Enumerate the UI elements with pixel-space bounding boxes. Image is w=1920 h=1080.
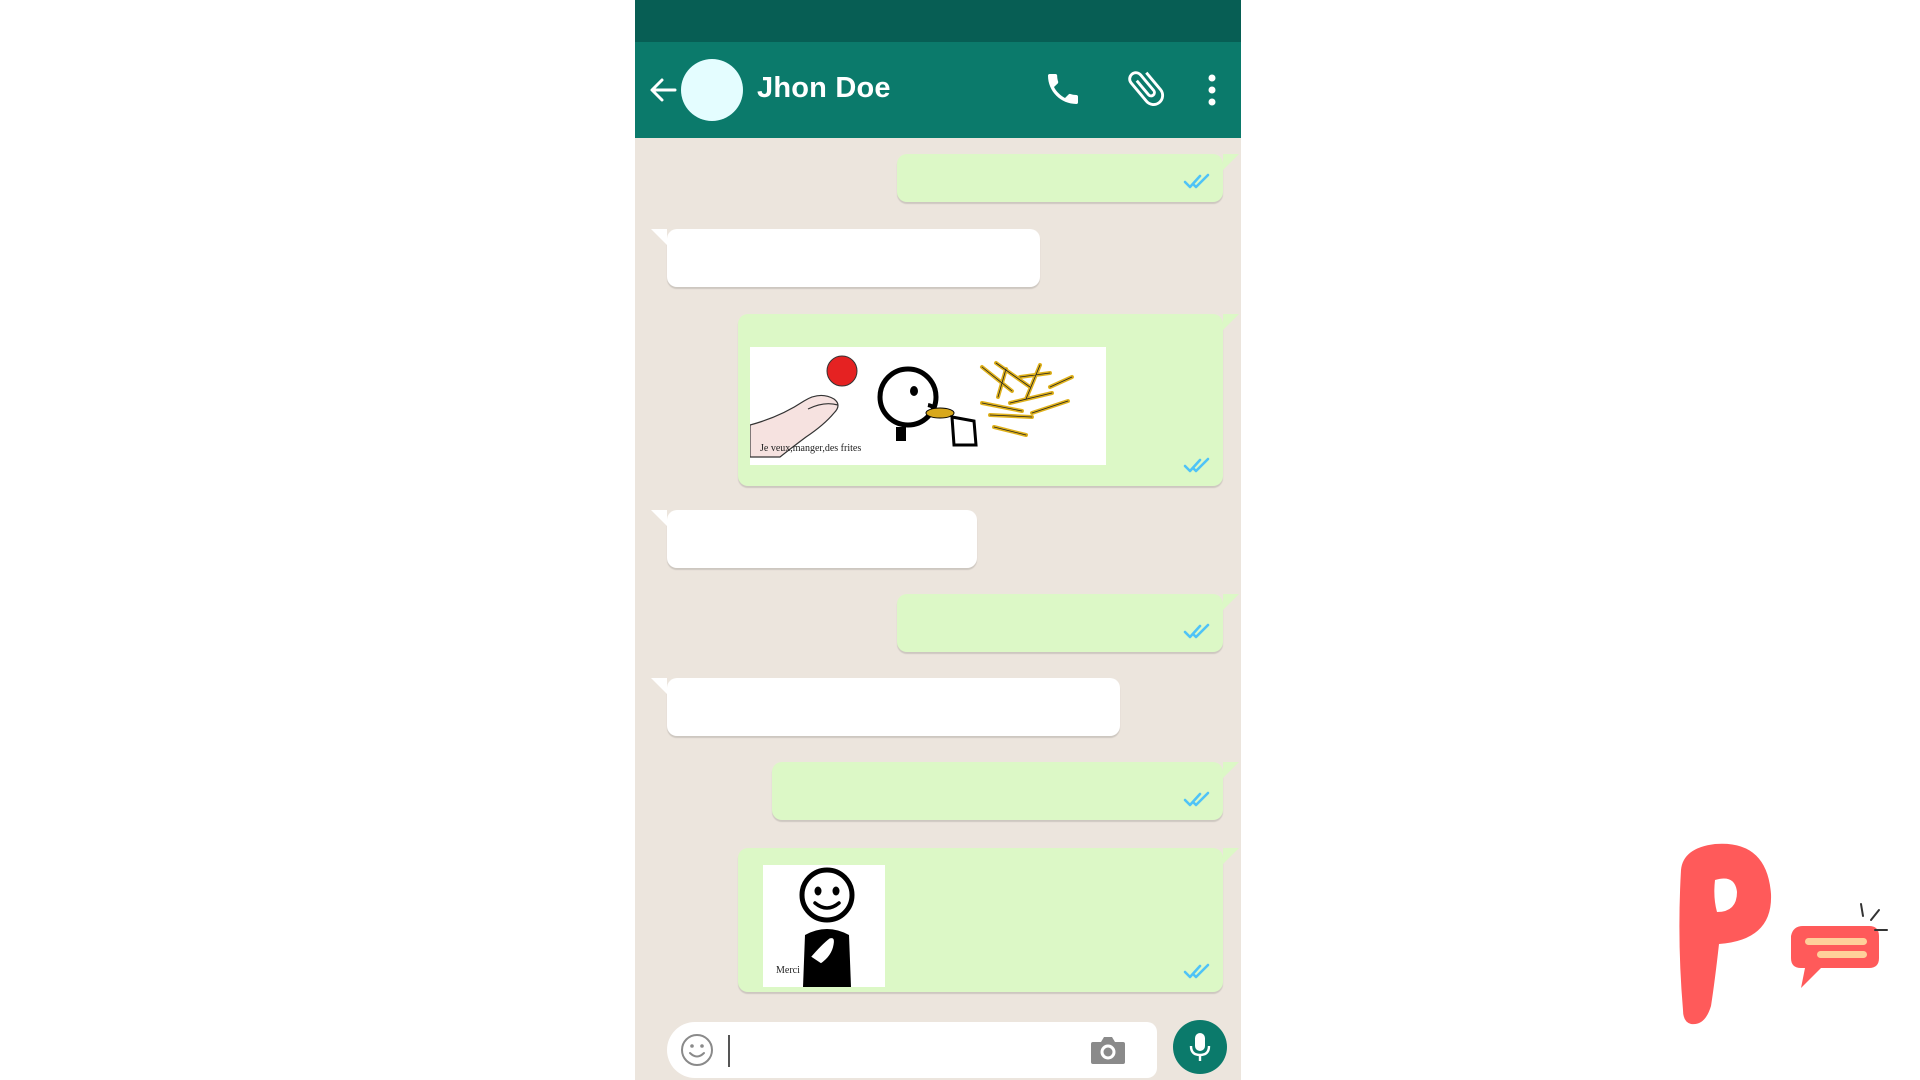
paperclip-icon[interactable]	[1123, 65, 1169, 111]
phone-icon[interactable]	[1043, 69, 1083, 109]
text-cursor	[728, 1035, 730, 1067]
message-incoming[interactable]	[651, 229, 1040, 287]
message-outgoing[interactable]	[772, 762, 1239, 820]
microphone-icon	[1189, 1033, 1211, 1061]
phone-screen: Jhon Doe Je veux,manger,des frites Merci	[635, 0, 1241, 1080]
pictogram-caption: Merci	[776, 965, 800, 976]
contact-name[interactable]: Jhon Doe	[757, 72, 891, 105]
message-outgoing-pictogram[interactable]: Merci	[738, 848, 1239, 992]
more-vertical-icon[interactable]	[1205, 70, 1219, 110]
camera-icon[interactable]	[1089, 1034, 1127, 1066]
smiley-icon[interactable]	[680, 1033, 714, 1067]
message-outgoing-pictogram[interactable]: Je veux,manger,des frites	[738, 314, 1239, 486]
pictogram-caption: Je veux,manger,des frites	[760, 443, 862, 454]
pictogram-sentence-image[interactable]: Je veux,manger,des frites	[750, 347, 1106, 465]
double-check-icon	[1183, 963, 1210, 979]
avatar[interactable]	[681, 59, 743, 121]
message-incoming[interactable]	[651, 678, 1120, 736]
chat-header: Jhon Doe	[635, 42, 1241, 138]
pictogram-thanks-image[interactable]: Merci	[763, 865, 885, 987]
double-check-icon	[1183, 791, 1210, 807]
message-outgoing[interactable]	[897, 594, 1239, 652]
message-input[interactable]	[667, 1022, 1157, 1078]
arrow-left-icon[interactable]	[645, 72, 681, 108]
double-check-icon	[1183, 623, 1210, 639]
double-check-icon	[1183, 457, 1210, 473]
message-outgoing[interactable]	[897, 154, 1239, 202]
double-check-icon	[1183, 173, 1210, 189]
brand-logo	[1679, 843, 1888, 1025]
message-incoming[interactable]	[651, 510, 977, 568]
status-bar	[635, 0, 1241, 42]
mic-button[interactable]	[1173, 1020, 1227, 1074]
